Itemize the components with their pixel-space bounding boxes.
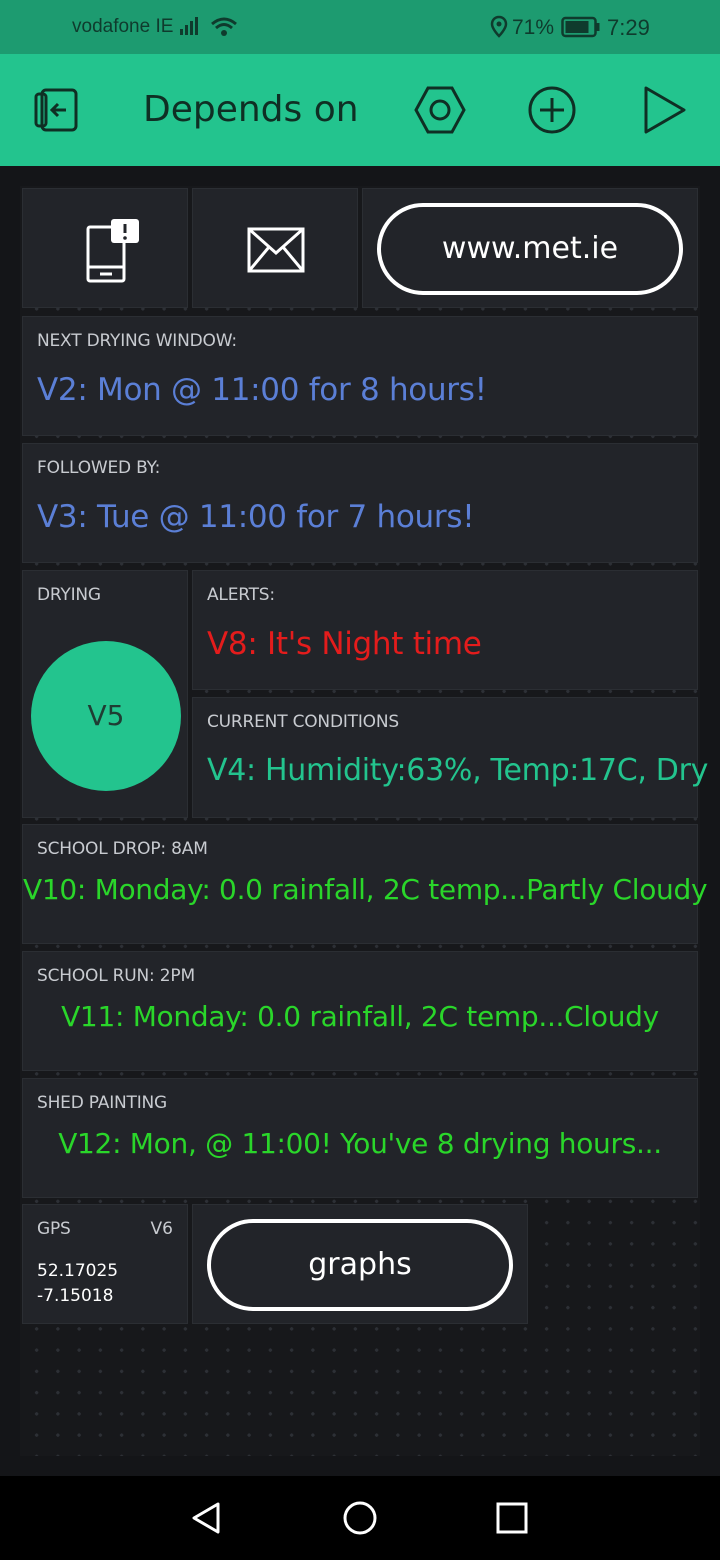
school-run-widget: SCHOOL RUN: 2PM V11: Monday: 0.0 rainfal… (22, 951, 698, 1071)
drying-label: DRYING (37, 585, 101, 605)
battery-percent: 71% (512, 16, 555, 39)
status-bar: vodafone IE 71% 7:29 (0, 0, 720, 54)
battery-icon (561, 16, 600, 38)
drying-led-widget: DRYING V5 (22, 570, 188, 818)
dashboard-grid: www.met.ie NEXT DRYING WINDOW: V2: Mon @… (20, 186, 708, 1456)
gps-pin: V6 (150, 1219, 173, 1239)
gps-latitude: 52.17025 (37, 1261, 119, 1281)
shed-painting-value: V12: Mon, @ 11:00! You've 8 drying hours… (58, 1127, 662, 1160)
signal-icon (180, 17, 198, 35)
graphs-button[interactable]: graphs (207, 1219, 513, 1311)
drying-led: V5 (31, 641, 181, 791)
play-icon[interactable] (638, 84, 690, 136)
settings-hexagon-icon[interactable] (414, 84, 466, 136)
next-drying-window-widget: NEXT DRYING WINDOW: V2: Mon @ 11:00 for … (22, 316, 698, 436)
followed-by-label: FOLLOWED BY: (37, 458, 161, 478)
school-drop-value: V10: Monday: 0.0 rainfall, 2C temp...Par… (23, 873, 708, 906)
phone-notification-icon (86, 219, 139, 283)
met-link-button[interactable]: www.met.ie (377, 203, 683, 295)
graphs-button-widget: graphs (192, 1204, 528, 1324)
shed-painting-widget: SHED PAINTING V12: Mon, @ 11:00! You've … (22, 1078, 698, 1198)
alerts-widget: ALERTS: V8: It's Night time (192, 570, 698, 690)
app-toolbar: Depends on W (0, 54, 720, 166)
school-run-label: SCHOOL RUN: 2PM (37, 966, 195, 986)
school-run-value: V11: Monday: 0.0 rainfall, 2C temp...Clo… (61, 1000, 659, 1033)
gps-label: GPS (37, 1219, 71, 1239)
school-drop-widget: SCHOOL DROP: 8AM V10: Monday: 0.0 rainfa… (22, 824, 708, 944)
wifi-icon (211, 17, 237, 36)
envelope-icon (247, 227, 305, 273)
carrier-name: vodafone IE (72, 16, 174, 37)
location-icon (490, 15, 508, 38)
exit-icon[interactable] (30, 84, 82, 136)
current-conditions-widget: CURRENT CONDITIONS V4: Humidity:63%, Tem… (192, 697, 708, 818)
shed-painting-label: SHED PAINTING (37, 1093, 168, 1113)
next-drying-window-value: V2: Mon @ 11:00 for 8 hours! (37, 372, 487, 408)
alerts-label: ALERTS: (207, 585, 275, 605)
project-title: Depends on W (143, 89, 369, 130)
next-drying-window-label: NEXT DRYING WINDOW: (37, 331, 237, 351)
drying-led-pin: V5 (87, 699, 125, 732)
alerts-value: V8: It's Night time (207, 626, 482, 662)
followed-by-widget: FOLLOWED BY: V3: Tue @ 11:00 for 7 hours… (22, 443, 698, 563)
back-icon[interactable] (188, 1500, 224, 1536)
clock-time: 7:29 (607, 15, 650, 40)
email-widget[interactable] (192, 188, 358, 308)
recents-icon[interactable] (494, 1500, 530, 1536)
current-conditions-value: V4: Humidity:63%, Temp:17C, Dry (207, 753, 709, 788)
home-icon[interactable] (342, 1500, 378, 1536)
school-drop-label: SCHOOL DROP: 8AM (37, 839, 208, 859)
link-button-widget: www.met.ie (362, 188, 698, 308)
gps-longitude: -7.15018 (37, 1286, 114, 1306)
add-icon[interactable] (526, 84, 578, 136)
notification-widget[interactable] (22, 188, 188, 308)
gps-widget: GPS V6 52.17025 -7.15018 (22, 1204, 188, 1324)
current-conditions-label: CURRENT CONDITIONS (207, 712, 399, 732)
system-nav-bar (0, 1476, 720, 1560)
followed-by-value: V3: Tue @ 11:00 for 7 hours! (37, 499, 475, 535)
